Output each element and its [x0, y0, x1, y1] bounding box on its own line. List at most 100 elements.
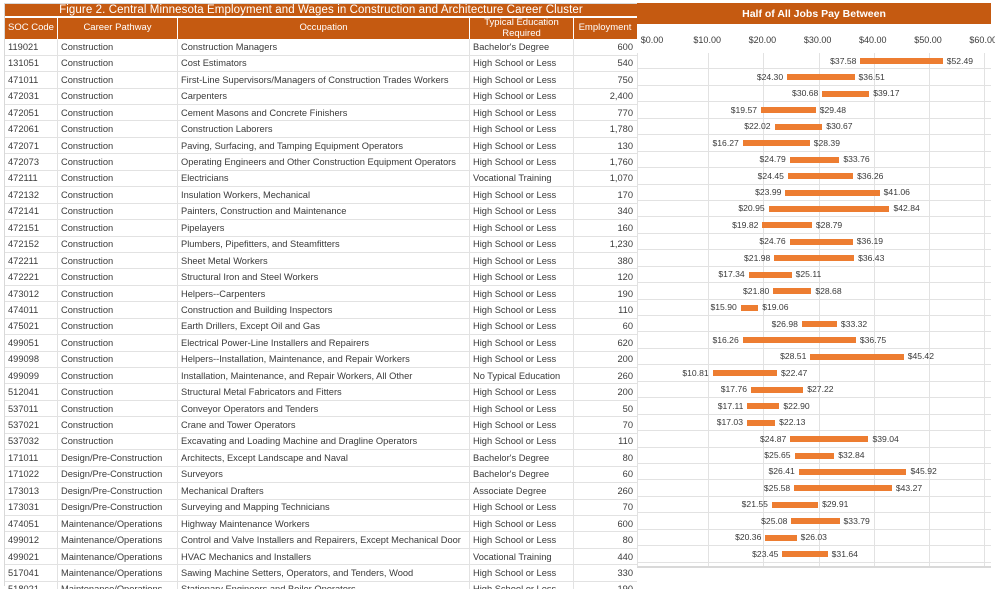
- wage-range-bar: [771, 501, 819, 508]
- wage-range-row: $17.03 $22.13: [638, 415, 991, 432]
- wage-high-label: $41.06: [883, 187, 910, 197]
- figure-screenshot: Figure 2. Central Minnesota Employment a…: [0, 0, 995, 589]
- cell-soc-code: 472221: [5, 269, 58, 285]
- cell-career-pathway: Construction: [58, 72, 178, 88]
- wage-range-bar: [747, 419, 776, 426]
- cell-occupation: Crane and Tower Operators: [178, 417, 470, 433]
- cell-employment: 600: [617, 518, 633, 529]
- cell-career-pathway: Construction: [58, 269, 178, 285]
- wage-range-bar: [789, 238, 853, 245]
- cell-soc-code: 472152: [5, 236, 58, 252]
- wage-range-bar: [860, 58, 943, 64]
- wage-range-row: $16.27 $28.39: [638, 135, 991, 152]
- chart-x-axis: $0.00 $10.00 $20.00 $30.00 $40.00 $50.00 $60.0…: [637, 26, 995, 53]
- wage-range-row: $16.26 $36.75: [638, 332, 991, 349]
- cell-soc-code: 473012: [5, 285, 58, 302]
- cell-typical-education: High School or Less: [470, 121, 574, 137]
- cell-employment: 60: [622, 469, 633, 480]
- cell-soc-code: 472211: [5, 252, 58, 269]
- cell-career-pathway: Design/Pre-Construction: [58, 450, 178, 466]
- wage-range-bar: [785, 189, 880, 196]
- cell-occupation: Surveyors: [178, 466, 470, 483]
- cell-typical-education: High School or Less: [470, 187, 574, 203]
- table-header-row: SOC Code Career Pathway Occupation Typic…: [5, 18, 637, 40]
- cell-career-pathway: Maintenance/Operations: [58, 532, 178, 548]
- cell-occupation: Construction Laborers: [178, 121, 470, 137]
- wage-low-label: $10.81: [682, 367, 709, 378]
- chart-footer-spacer: [637, 567, 991, 586]
- wage-range-row: $26.41 $45.92: [638, 464, 991, 481]
- wage-low-label: $28.51: [780, 351, 807, 362]
- wage-low-label: $24.87: [759, 433, 787, 444]
- cell-soc-code: 472073: [5, 154, 58, 170]
- wage-high-label: $32.84: [838, 450, 865, 460]
- wage-low-label: $21.55: [741, 499, 768, 510]
- cell-typical-education: High School or Less: [470, 351, 574, 367]
- cell-employment: 600: [617, 41, 633, 52]
- cell-occupation: Construction Managers: [178, 39, 470, 55]
- cell-soc-code: 131051: [5, 55, 58, 72]
- wage-range-bar: [782, 551, 828, 558]
- wage-range-bar: [748, 271, 792, 278]
- table-row: 171022 Design/Pre-Construction Surveyors Ba…: [5, 466, 637, 484]
- cell-typical-education: High School or Less: [470, 515, 574, 532]
- cell-occupation: Architects, Except Landscape and Naval: [178, 450, 470, 466]
- cell-occupation: Carpenters: [178, 88, 470, 104]
- wage-high-label: $39.17: [873, 88, 900, 99]
- wage-low-label: $20.36: [735, 532, 762, 543]
- wage-low-label: $30.68: [792, 88, 819, 99]
- cell-occupation: Painters, Construction and Maintenance: [178, 203, 470, 220]
- table-row: 472221 Construction Structural Iron and St…: [5, 269, 637, 286]
- wage-high-label: $29.91: [822, 499, 849, 510]
- wage-low-label: $26.98: [771, 318, 798, 329]
- wage-low-label: $25.58: [763, 482, 791, 493]
- wage-range-bar: [791, 518, 840, 525]
- wage-range-row: $17.76 $27.22: [638, 382, 991, 399]
- table-row: 518021Maintenance/OperationsStationary E…: [5, 581, 637, 589]
- cell-soc-code: 171022: [5, 466, 58, 483]
- wage-high-label: $52.49: [946, 55, 974, 66]
- wage-low-label: $21.80: [743, 285, 770, 296]
- wage-range-row: $21.80 $28.68: [638, 283, 991, 300]
- wage-range-row: $21.70 $31.89: [638, 563, 991, 566]
- wage-range-bar: [789, 156, 840, 163]
- cell-career-pathway: Construction: [58, 351, 178, 367]
- wage-range-row: $25.58 $43.27: [638, 480, 991, 497]
- cell-occupation: Cement Masons and Concrete Finishers: [178, 105, 470, 121]
- cell-career-pathway: Construction: [58, 154, 178, 170]
- table-row: 517041 Maintenance/Operations Sawing Machi…: [5, 565, 637, 582]
- x-axis-tick-label: $0.00: [640, 35, 664, 45]
- cell-soc-code: 537021: [5, 417, 58, 433]
- wage-range-row: $21.55 $29.91: [638, 497, 991, 514]
- cell-employment: 620: [617, 337, 633, 348]
- table-row: 473012 Construction Helpers--Carpenters Hig…: [5, 285, 637, 303]
- cell-soc-code: 472051: [5, 105, 58, 121]
- wage-low-label: $37.58: [830, 55, 857, 66]
- cell-soc-code: 499099: [5, 368, 58, 384]
- cell-employment: 110: [618, 304, 633, 315]
- wage-low-label: $25.08: [761, 515, 788, 526]
- cell-career-pathway: Construction: [58, 368, 178, 384]
- cell-occupation: Construction and Building Inspectors: [178, 302, 470, 318]
- cell-employment: 750: [617, 74, 633, 85]
- cell-typical-education: High School or Less: [470, 565, 574, 581]
- wage-low-label: $19.57: [730, 104, 758, 115]
- x-axis-tick-label: $40.00: [859, 35, 887, 45]
- wage-range-row: $21.98 $36.43: [638, 250, 991, 267]
- table-row: 499012 Maintenance/Operations Control and …: [5, 532, 637, 549]
- wage-range-bar: [790, 436, 869, 443]
- wage-high-label: $22.13: [779, 417, 806, 428]
- x-axis-tick-label: $10.00: [693, 35, 721, 45]
- wage-low-label: $22.02: [744, 121, 771, 132]
- cell-typical-education: High School or Less: [470, 499, 574, 515]
- cell-employment: 130: [617, 140, 633, 151]
- table-row: 173031 Design/Pre-Construction Surveying a…: [5, 499, 637, 516]
- cell-career-pathway: Construction: [58, 400, 178, 417]
- cell-career-pathway: Construction: [58, 335, 178, 351]
- cell-soc-code: 475021: [5, 318, 58, 335]
- cell-employment: 540: [617, 58, 633, 69]
- cell-career-pathway: Design/Pre-Construction: [58, 466, 178, 483]
- cell-employment: 80: [622, 452, 633, 463]
- table-row: 119021 Construction Construction Managers B…: [5, 39, 637, 56]
- wage-high-label: $30.67: [826, 121, 853, 132]
